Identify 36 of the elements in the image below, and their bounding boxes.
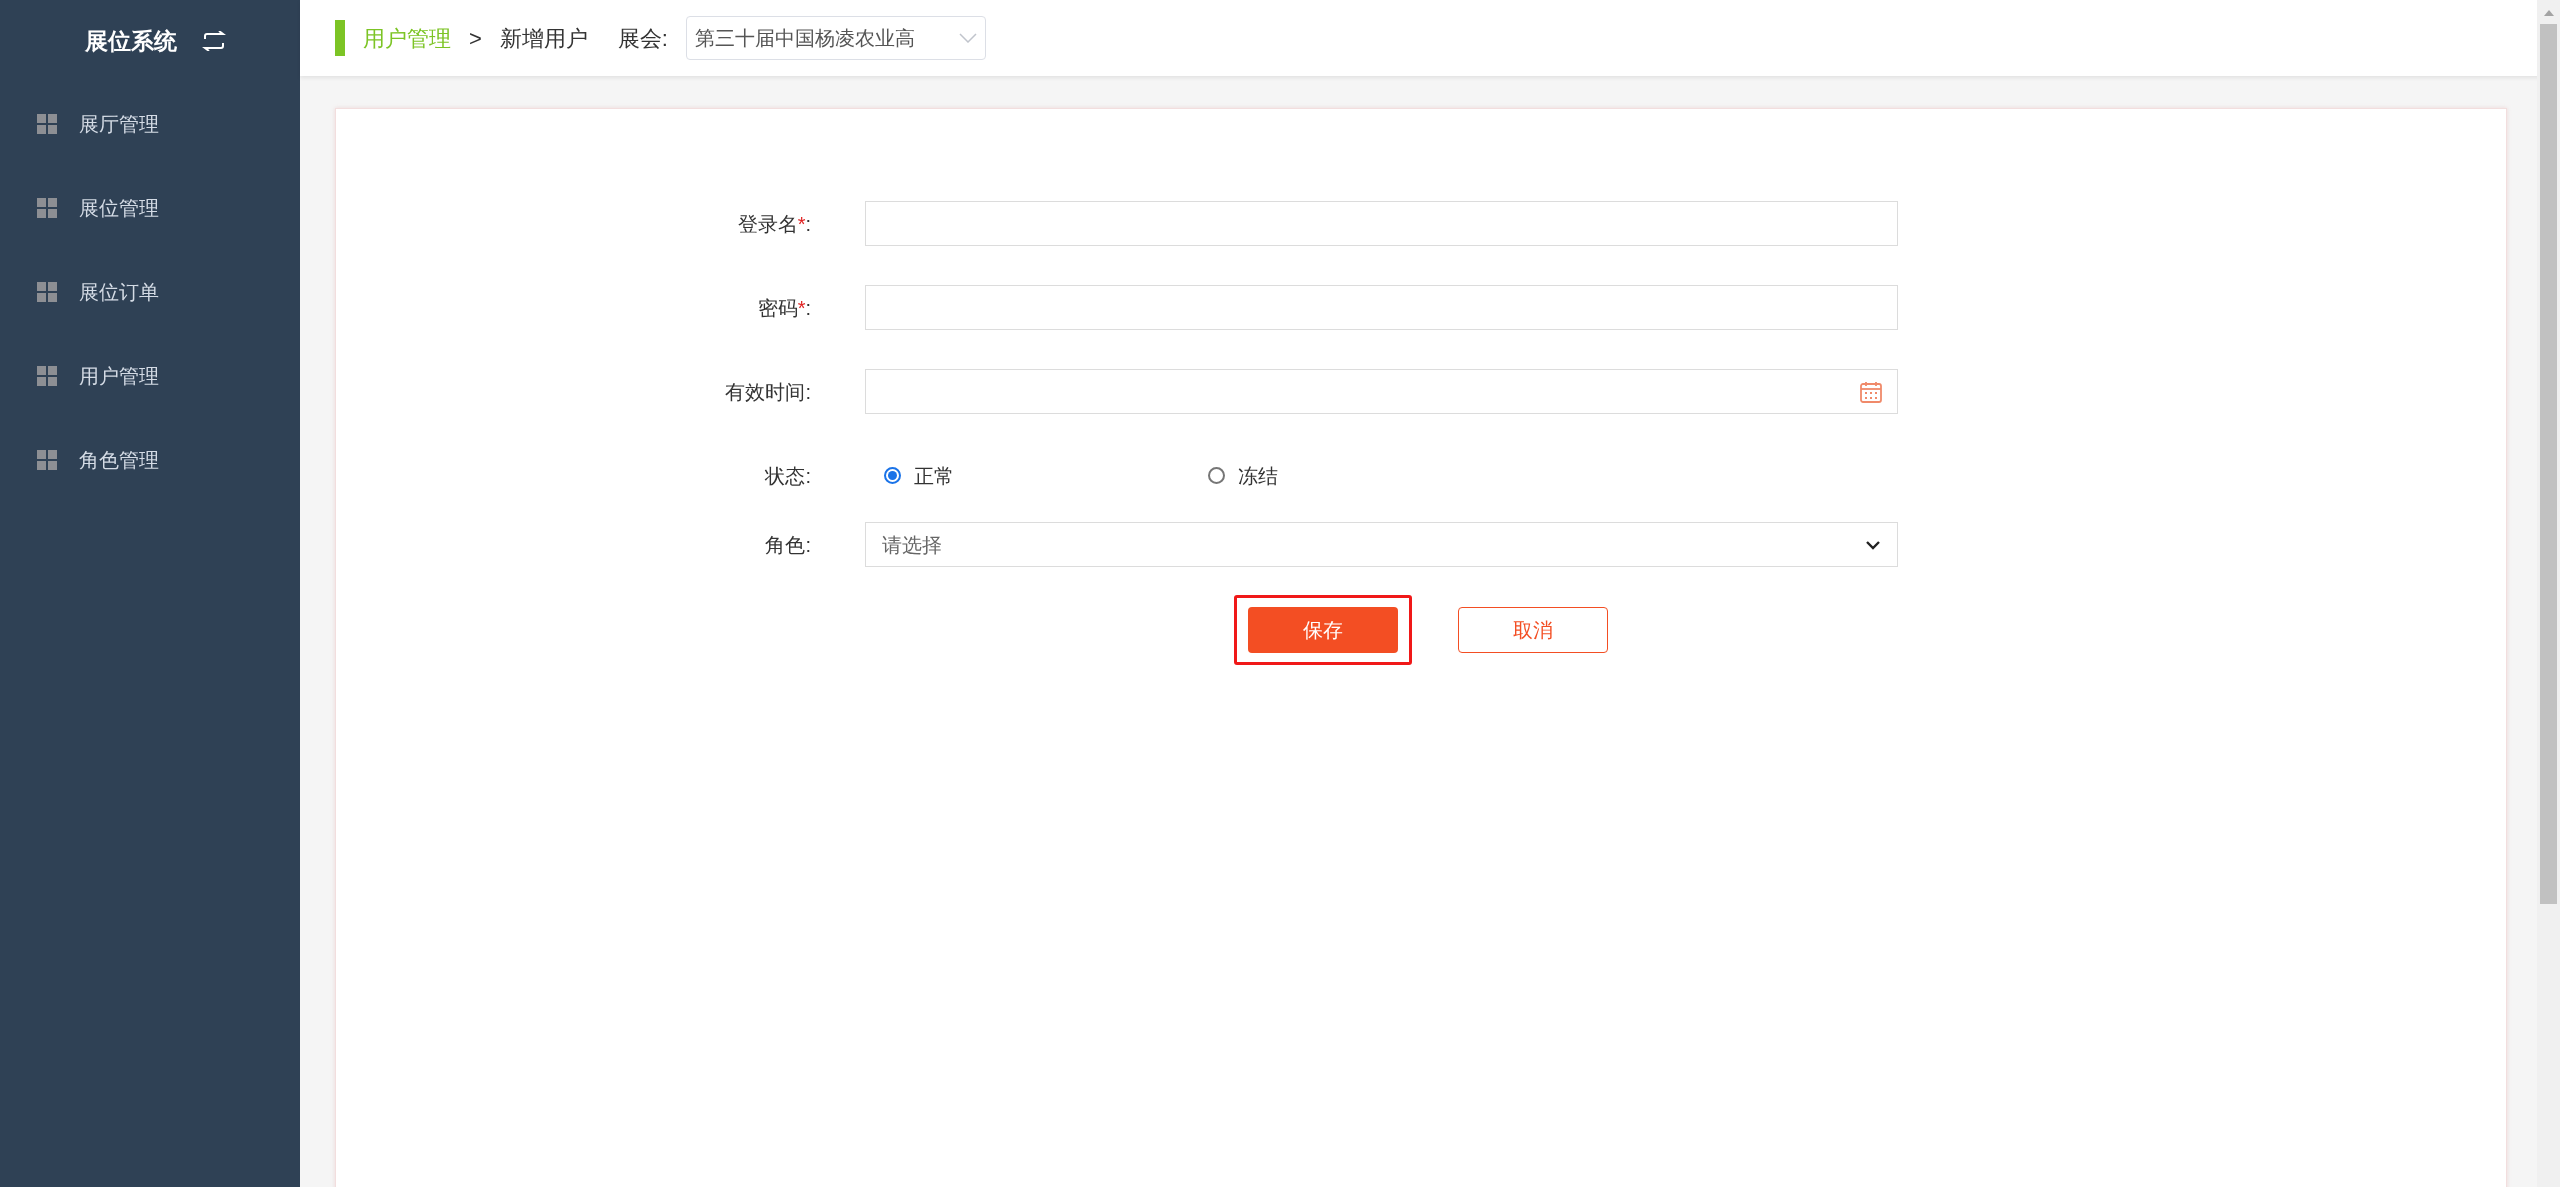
date-input-field[interactable]: [865, 369, 1898, 414]
sidebar-item[interactable]: 展位管理: [0, 166, 300, 250]
sidebar-item[interactable]: 用户管理: [0, 334, 300, 418]
field-label: 密码*:: [757, 296, 811, 319]
radio-button[interactable]: [1208, 467, 1225, 484]
chevron-down-icon: [959, 33, 977, 43]
field-label: 状态:: [765, 464, 811, 487]
field-label: 有效时间:: [725, 380, 811, 403]
switch-arrows-icon[interactable]: [201, 31, 227, 51]
exhibition-select[interactable]: 第三十届中国杨凌农业高: [686, 16, 986, 60]
text-input-field[interactable]: [865, 201, 1898, 246]
grid-icon: [37, 282, 57, 302]
radio-button[interactable]: [884, 467, 901, 484]
role-select-field[interactable]: 请选择: [865, 522, 1898, 567]
breadcrumb-separator: >: [469, 24, 482, 53]
chevron-down-icon: [1865, 539, 1881, 550]
radio-option[interactable]: 冻结: [1208, 460, 1532, 491]
calendar-icon: [1859, 379, 1883, 404]
cancel-button[interactable]: 取消: [1458, 607, 1608, 653]
sidebar-item[interactable]: 角色管理: [0, 418, 300, 502]
text-input-field[interactable]: [865, 285, 1898, 330]
scrollbar-thumb[interactable]: [2540, 24, 2557, 904]
field-label: 登录名*:: [737, 212, 811, 235]
radio-option[interactable]: 正常: [884, 460, 1208, 491]
sidebar-item[interactable]: 展位订单: [0, 250, 300, 334]
sidebar-item[interactable]: 展厅管理: [0, 82, 300, 166]
grid-icon: [37, 450, 57, 470]
grid-icon: [37, 114, 57, 134]
save-button[interactable]: 保存: [1248, 607, 1398, 653]
grid-icon: [37, 198, 57, 218]
sidebar-title: 展位系统: [85, 26, 177, 56]
grid-icon: [37, 366, 57, 386]
exhibition-label: 展会:: [617, 24, 668, 53]
breadcrumb-item: 新增用户: [499, 24, 588, 53]
field-label: 角色:: [765, 533, 811, 556]
accent-bar: [335, 20, 345, 56]
